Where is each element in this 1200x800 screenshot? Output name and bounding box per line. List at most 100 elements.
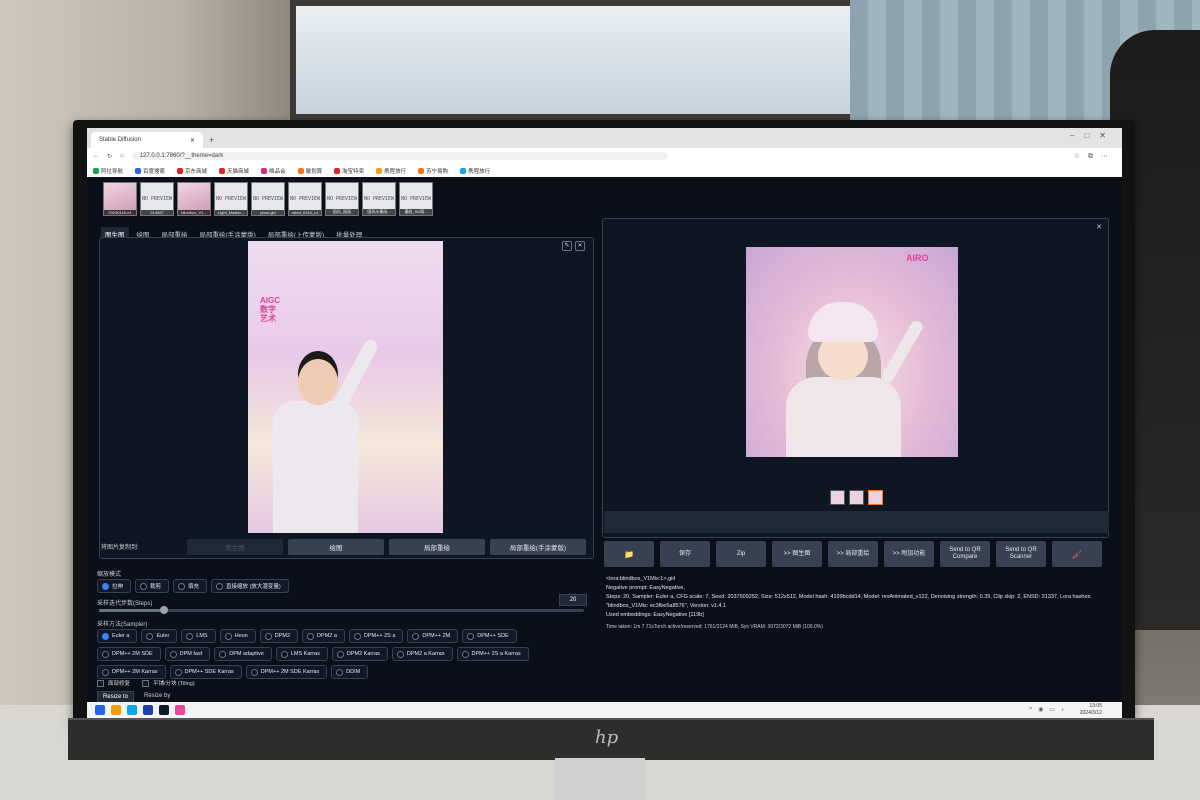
gallery-card[interactable]: NO PREVIEW 214667 — [140, 182, 174, 216]
app-icon[interactable] — [175, 705, 185, 715]
sampler-option[interactable]: DPM fast — [164, 647, 211, 661]
action-button[interactable]: >> 局部重绘 — [828, 541, 878, 567]
steps-slider[interactable] — [99, 606, 584, 614]
store-icon[interactable] — [143, 705, 153, 715]
action-button[interactable]: Send to QR Compare — [940, 541, 990, 567]
prompt-text: <lora:blindbox_V1Mix:1>,girl — [606, 576, 676, 582]
sampler-option[interactable]: DPM++ 2M Karras — [97, 665, 166, 679]
paint-button[interactable]: 🖌 — [1052, 541, 1102, 567]
photoshop-icon[interactable] — [159, 705, 169, 715]
new-tab-icon[interactable]: + — [209, 135, 214, 145]
close-icon[interactable]: ✕ — [575, 241, 585, 251]
gallery-card-label: blindbox_V1... — [178, 210, 210, 215]
sampler-option[interactable]: LMS — [181, 629, 216, 643]
gallery-card[interactable]: NO PREVIEW pixar-girl — [251, 182, 285, 216]
clock[interactable]: 13:05 2024/3/12 — [1080, 703, 1102, 717]
sampler-option[interactable]: DDIM — [331, 665, 369, 679]
bookmark-item[interactable]: 唯品会 — [261, 167, 286, 175]
params-text: Steps: 20, Sampler: Euler a, CFG scale: … — [606, 594, 1092, 609]
sampler-option[interactable]: DPM++ 2M — [407, 629, 459, 643]
sampler-option[interactable]: DPM2 a — [302, 629, 345, 643]
time-taken-text: Time taken: 1m 7.71sTorch active/reserve… — [606, 624, 823, 630]
edit-icon[interactable]: ✎ — [562, 241, 572, 251]
edge-icon[interactable] — [127, 705, 137, 715]
action-button[interactable]: >> 图生图 — [772, 541, 822, 567]
restore-faces-checkbox[interactable]: 面部修复 — [97, 679, 130, 687]
url-input[interactable]: 127.0.0.1:7860/?__theme=dark — [131, 152, 668, 160]
resize-mode-options: 拉伸 裁剪 填充 直接缩放 (放大潜变量) — [97, 579, 289, 593]
sampler-option[interactable]: DPM2 Karras — [331, 647, 388, 661]
sampler-option[interactable]: Euler — [141, 629, 178, 643]
copy-to-button[interactable]: 绘图 — [288, 539, 384, 555]
file-explorer-icon[interactable] — [111, 705, 121, 715]
bookmark-item[interactable]: 聚划算 — [297, 167, 322, 175]
copy-to-button[interactable]: 局部重绘(手涂蒙版) — [490, 539, 586, 555]
output-thumbnail[interactable] — [849, 490, 864, 505]
home-icon[interactable]: ⌂ — [120, 153, 124, 159]
sampler-option[interactable]: Heun — [219, 629, 256, 643]
sampler-option[interactable]: DPM++ 2S a Karras — [456, 647, 529, 661]
bookmark-item[interactable]: 京东商城 — [177, 167, 207, 175]
back-icon[interactable]: ← — [93, 153, 99, 159]
bookmark-item[interactable]: 天猫商城 — [219, 167, 249, 175]
resize-mode-option[interactable]: 拉伸 — [97, 579, 132, 593]
sampler-option[interactable]: LMS Karras — [275, 647, 328, 661]
output-thumbnail[interactable] — [830, 490, 845, 505]
radio-dot — [219, 650, 227, 658]
slider-handle[interactable] — [160, 606, 169, 614]
bookmark-item[interactable]: 携程旅行 — [376, 167, 406, 175]
bookmark-item[interactable]: 淘宝特卖 — [334, 167, 364, 175]
bookmark-item[interactable]: 携程旅行 — [460, 167, 490, 175]
sampler-option[interactable]: DPM++ 2S a — [348, 629, 404, 643]
sampler-option[interactable]: DPM++ SDE Karras — [169, 665, 242, 679]
radio-dot — [224, 632, 232, 640]
action-button[interactable]: 保存 — [660, 541, 710, 567]
folder-button[interactable]: 📁 — [604, 541, 654, 567]
bookmark-item[interactable]: 苏宁易购 — [418, 167, 448, 175]
toolbar-icons[interactable]: ☆⧉⋯ — [1074, 152, 1116, 161]
gallery-card[interactable]: blindbox_V1... — [177, 182, 211, 216]
copy-to-label: 将图片复制到: — [101, 545, 139, 551]
bookmark-item[interactable]: 百度搜索 — [135, 167, 165, 175]
gallery-card[interactable]: NO PREVIEW 墨韵_SD版... — [399, 182, 433, 216]
panel-icons: ✎ ✕ — [562, 241, 585, 251]
resize-mode-option[interactable]: 直接缩放 (放大潜变量) — [211, 579, 289, 593]
sampler-option[interactable]: DPM++ SDE — [462, 629, 517, 643]
gallery-card[interactable]: 20240116-e1 — [103, 182, 137, 216]
window-controls[interactable]: –□✕ — [1070, 131, 1116, 140]
copy-to-button[interactable]: 局部重绘 — [389, 539, 485, 555]
refresh-icon[interactable]: ↻ — [107, 153, 112, 160]
gallery-card-label: 20240116-e1 — [104, 210, 136, 215]
resize-mode-option[interactable]: 裁剪 — [135, 579, 170, 593]
steps-input[interactable]: 20 — [559, 594, 587, 606]
copy-to-button[interactable]: 图生图 — [187, 539, 283, 555]
gallery-card[interactable]: NO PREVIEW Light_Master... — [214, 182, 248, 216]
sampler-option-label: Heun — [234, 633, 248, 639]
start-icon[interactable] — [95, 705, 105, 715]
tiling-checkbox[interactable]: 平铺/分块 (Tiling) — [142, 679, 195, 687]
sampler-option[interactable]: DPM adaptive — [214, 647, 272, 661]
close-icon[interactable]: ✕ — [190, 137, 195, 144]
input-image[interactable]: AIGC 数字 艺术 — [248, 241, 443, 533]
resize-mode-option[interactable]: 填充 — [173, 579, 208, 593]
system-tray-icons[interactable]: ^◉▭♪ — [1029, 706, 1070, 713]
sampler-option[interactable]: Euler a — [97, 629, 138, 643]
output-image[interactable]: AIRO — [746, 247, 958, 457]
gallery-card[interactable]: NO PREVIEW robot_0316_v1 — [288, 182, 322, 216]
action-button[interactable]: Zip — [716, 541, 766, 567]
radio-dot — [102, 582, 109, 590]
action-button[interactable]: >> 附加功能 — [884, 541, 934, 567]
sampler-option[interactable]: DPM++ 2M SDE — [97, 647, 161, 661]
sampler-option[interactable]: DPM++ 2M SDE Karras — [245, 665, 328, 679]
gallery-card[interactable]: NO PREVIEW 国风水墨画... — [362, 182, 396, 216]
output-thumbnails — [830, 490, 883, 505]
gallery-card[interactable]: NO PREVIEW 国风_插画 — [325, 182, 359, 216]
input-image-panel[interactable]: AIGC 数字 艺术 ✎ ✕ — [99, 237, 594, 559]
action-button[interactable]: Send to QR Scanner — [996, 541, 1046, 567]
browser-tab[interactable]: Stable Diffusion ✕ — [91, 132, 203, 148]
sampler-option[interactable]: DPM2 a Karras — [391, 647, 453, 661]
close-icon[interactable]: ✕ — [1096, 223, 1102, 231]
output-thumbnail[interactable] — [868, 490, 883, 505]
bookmark-item[interactable]: 阿拉导航 — [93, 167, 123, 175]
sampler-option[interactable]: DPM2 — [259, 629, 299, 643]
